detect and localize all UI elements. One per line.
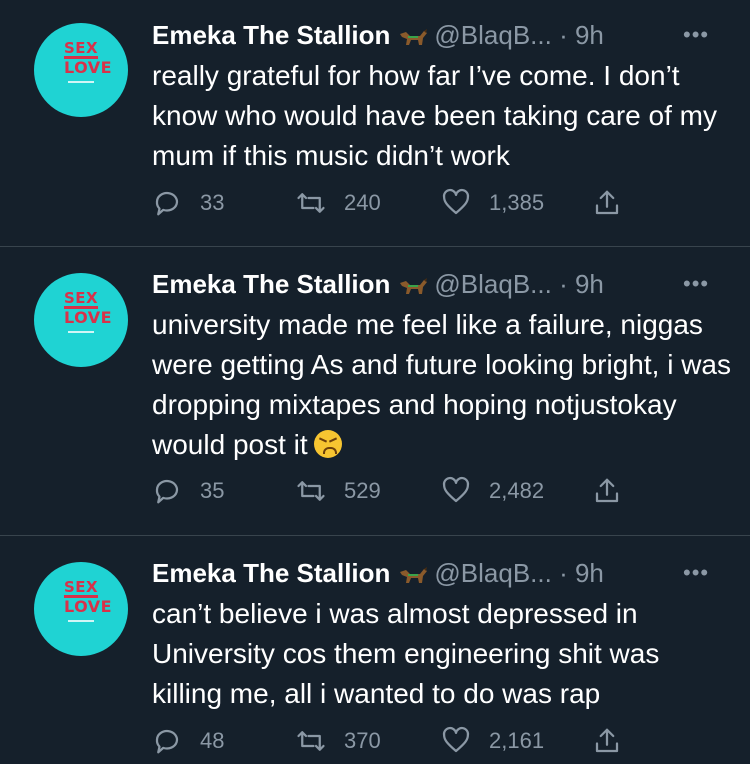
timestamp[interactable]: · 9h xyxy=(559,20,604,50)
retweet-count: 240 xyxy=(344,190,381,215)
reply-icon xyxy=(155,191,179,216)
reply-count: 33 xyxy=(200,190,225,215)
more-icon[interactable]: ••• xyxy=(683,560,709,586)
like-count: 1,385 xyxy=(489,190,545,215)
retweet-button[interactable]: 370 xyxy=(296,726,381,756)
share-button[interactable] xyxy=(592,476,640,506)
reply-count: 48 xyxy=(200,728,225,753)
author-handle[interactable]: @BlaqB... xyxy=(434,558,551,588)
author-handle[interactable]: @BlaqB... xyxy=(434,269,551,299)
tweet-actions: 35 529 2,482 xyxy=(152,476,652,506)
retweet-button[interactable]: 240 xyxy=(296,188,381,218)
share-button[interactable] xyxy=(592,188,640,218)
retweet-icon xyxy=(297,481,325,501)
tweet-header: Emeka The Stallion @BlaqB... · 9h xyxy=(152,20,604,50)
tweet[interactable]: SEX LOVE Emeka The Stallion @BlaqB... · 9… xyxy=(0,536,750,764)
share-icon xyxy=(595,190,619,215)
tweet-actions: 33 240 1,385 xyxy=(152,188,652,218)
retweet-count: 529 xyxy=(344,478,381,503)
reply-button[interactable]: 48 xyxy=(152,726,224,756)
tweet-text: university made me feel like a failure, … xyxy=(152,309,732,460)
like-icon xyxy=(442,726,470,753)
tweet-actions: 48 370 2,161 xyxy=(152,726,652,756)
like-button[interactable]: 2,161 xyxy=(441,726,544,756)
tweet-text: can’t believe i was almost depressed in … xyxy=(152,598,660,709)
reply-button[interactable]: 35 xyxy=(152,476,224,506)
like-count: 2,161 xyxy=(489,728,545,753)
avatar-logo: SEX LOVE xyxy=(64,580,112,622)
like-button[interactable]: 1,385 xyxy=(441,188,544,218)
more-icon[interactable]: ••• xyxy=(683,271,709,297)
timestamp[interactable]: · 9h xyxy=(559,269,604,299)
retweet-icon xyxy=(297,193,325,213)
tweet[interactable]: SEX LOVE Emeka The Stallion @BlaqB... · 9… xyxy=(0,247,750,535)
avatar-logo: SEX LOVE xyxy=(64,41,112,83)
reply-icon xyxy=(155,479,179,504)
avatar[interactable]: SEX LOVE xyxy=(34,273,128,367)
like-button[interactable]: 2,482 xyxy=(441,476,544,506)
horse-emoji-icon xyxy=(400,278,428,294)
horse-emoji-icon xyxy=(400,567,428,583)
retweet-icon xyxy=(297,731,325,751)
reply-icon xyxy=(155,729,179,754)
author-name[interactable]: Emeka The Stallion xyxy=(152,20,390,50)
tweet[interactable]: SEX LOVE Emeka The Stallion @BlaqB... · 9… xyxy=(0,0,750,246)
reply-button[interactable]: 33 xyxy=(152,188,224,218)
tweet-header: Emeka The Stallion @BlaqB... · 9h xyxy=(152,269,604,299)
more-icon[interactable]: ••• xyxy=(683,22,709,48)
author-handle[interactable]: @BlaqB... xyxy=(434,20,551,50)
avatar[interactable]: SEX LOVE xyxy=(34,562,128,656)
retweet-button[interactable]: 529 xyxy=(296,476,381,506)
like-count: 2,482 xyxy=(489,478,545,503)
author-name[interactable]: Emeka The Stallion xyxy=(152,558,390,588)
retweet-count: 370 xyxy=(344,728,381,753)
share-button[interactable] xyxy=(592,726,640,756)
reply-count: 35 xyxy=(200,478,225,503)
timestamp[interactable]: · 9h xyxy=(559,558,604,588)
tweet-text-container: university made me feel like a failure, … xyxy=(152,305,732,465)
avatar[interactable]: SEX LOVE xyxy=(34,23,128,117)
share-icon xyxy=(595,478,619,503)
horse-emoji-icon xyxy=(400,29,428,45)
author-name[interactable]: Emeka The Stallion xyxy=(152,269,390,299)
tweet-header: Emeka The Stallion @BlaqB... · 9h xyxy=(152,558,604,588)
like-icon xyxy=(442,476,470,503)
avatar-logo: SEX LOVE xyxy=(64,291,112,333)
like-icon xyxy=(442,188,470,215)
share-icon xyxy=(595,728,619,753)
tweet-text: really grateful for how far I’ve come. I… xyxy=(152,60,717,171)
persevering-face-emoji-icon xyxy=(313,430,342,458)
